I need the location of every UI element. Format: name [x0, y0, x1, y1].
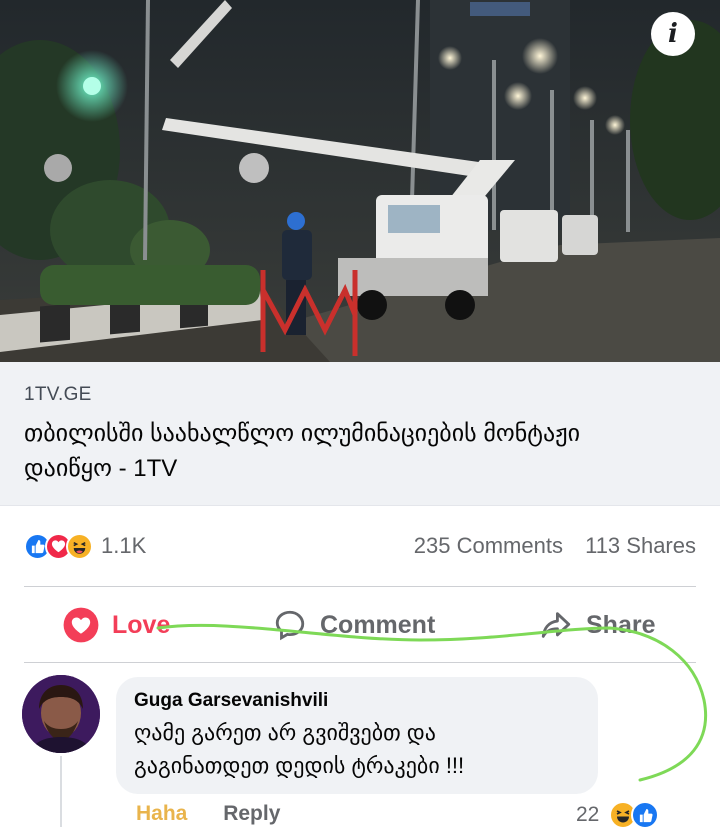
- love-button[interactable]: Love: [62, 606, 170, 644]
- comment-icon: [272, 608, 308, 642]
- comment-reaction-count: 22: [576, 803, 600, 826]
- post-photo[interactable]: i: [0, 0, 720, 362]
- comment-haha-button[interactable]: Haha: [136, 802, 187, 825]
- love-label: Love: [112, 610, 171, 639]
- link-preview[interactable]: 1TV.GE თბილისში საახალწლო ილუმინაციების …: [0, 362, 720, 506]
- comment-button[interactable]: Comment: [272, 608, 435, 642]
- share-label: Share: [586, 610, 656, 639]
- thread-line: [60, 756, 62, 827]
- link-domain: 1TV.GE: [24, 384, 92, 405]
- share-button[interactable]: Share: [538, 608, 655, 642]
- comment-reply-button[interactable]: Reply: [223, 802, 280, 825]
- link-title[interactable]: თბილისში საახალწლო ილუმინაციების მონტაჟი…: [24, 416, 664, 486]
- street-scene-photo: [0, 0, 720, 362]
- comment-author[interactable]: Guga Garsevanishvili: [134, 690, 580, 712]
- info-icon[interactable]: i: [651, 12, 695, 56]
- love-icon: [62, 606, 100, 644]
- action-bar: Love Comment Share: [0, 588, 720, 662]
- divider: [24, 662, 696, 663]
- reaction-summary[interactable]: 1.1K: [24, 532, 147, 560]
- comment-bubble[interactable]: Guga Garsevanishvili ღამე გარეთ არ გვიშვ…: [116, 677, 598, 794]
- comment-text: ღამე გარეთ არ გვიშვებთ და გაგინათდეთ დედ…: [134, 716, 580, 782]
- comment-text-line: გაგინათდეთ დედის ტრაკები !!!: [134, 753, 465, 778]
- like-icon: [631, 801, 660, 827]
- comments-count[interactable]: 235 Comments: [414, 533, 563, 558]
- shares-count[interactable]: 113 Shares: [585, 533, 696, 558]
- share-icon: [538, 608, 574, 642]
- comment-actions: Haha Reply: [136, 802, 280, 826]
- divider: [24, 586, 696, 587]
- comment-reactions[interactable]: 22: [576, 801, 660, 827]
- comment-text-line: ღამე გარეთ არ გვიშვებთ და: [134, 720, 436, 745]
- haha-icon: [66, 532, 93, 560]
- post-stats: 1.1K 235 Comments 113 Shares: [0, 506, 720, 586]
- avatar[interactable]: [22, 675, 100, 753]
- comment-label: Comment: [320, 610, 436, 639]
- reaction-count: 1.1K: [101, 533, 147, 558]
